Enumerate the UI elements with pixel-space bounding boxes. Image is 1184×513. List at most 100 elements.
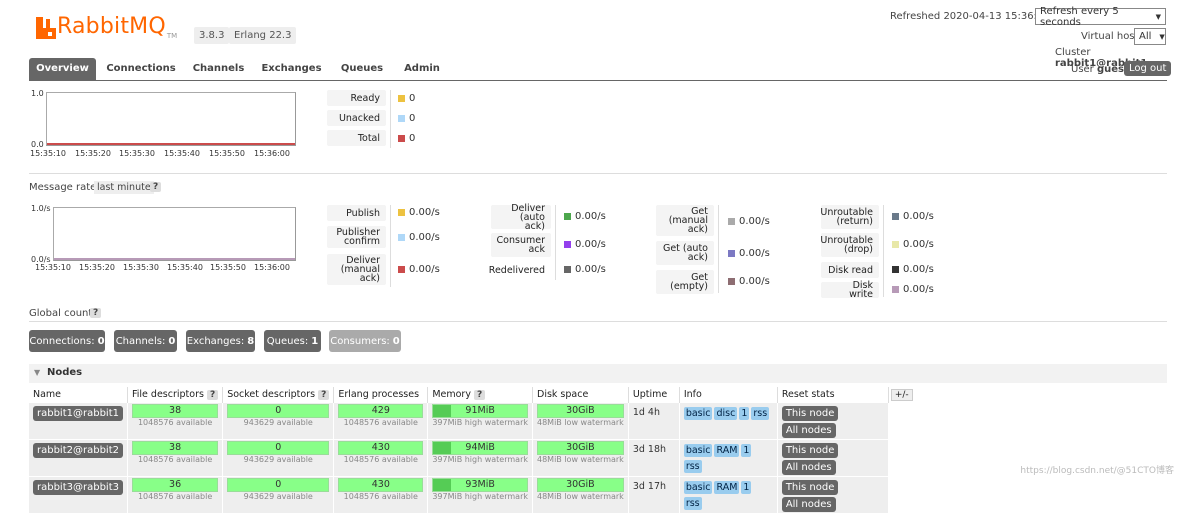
legend-total-value: 0: [409, 133, 416, 144]
legend-redelivered-label: Redelivered: [489, 262, 551, 278]
info-badge[interactable]: disc: [714, 406, 738, 420]
virtual-host-label: Virtual host: [1081, 31, 1139, 42]
info-badge[interactable]: 1: [741, 443, 752, 457]
reset-this-node-button[interactable]: This node: [781, 405, 839, 421]
col-erlang-processes: Erlang processes: [333, 387, 429, 402]
refresh-interval-select[interactable]: Refresh every 5 seconds ▼: [1035, 6, 1166, 28]
disk-watermark: 48MiB low watermark: [537, 454, 624, 464]
fd-cell: 38 1048576 available: [127, 438, 224, 476]
tab-queues[interactable]: Queues: [335, 58, 389, 81]
nodes-section-header[interactable]: ▼ Nodes: [29, 364, 1167, 383]
reset-this-node-button[interactable]: This node: [781, 479, 839, 495]
node-name-link[interactable]: rabbit2@rabbit2: [33, 442, 123, 458]
legend-ready-swatch: [398, 95, 405, 102]
message-rates-help-icon[interactable]: ?: [150, 182, 162, 192]
column-toggle-button[interactable]: +/-: [890, 388, 913, 401]
col-toggle: +/-: [888, 387, 917, 402]
col-uptime: Uptime: [628, 387, 680, 402]
info-cell: basic RAM 1 rss: [679, 438, 778, 476]
sd-bar: 0: [227, 477, 330, 492]
x-tick: 15:36:00: [254, 263, 290, 272]
reset-all-nodes-button[interactable]: All nodes: [781, 422, 836, 438]
uptime-value: 3d 18h: [632, 443, 667, 455]
node-name-link[interactable]: rabbit1@rabbit1: [33, 405, 123, 421]
legend-total-label: Total: [327, 130, 386, 146]
virtual-host-select[interactable]: All ▼: [1134, 28, 1166, 45]
rabbitmq-logo[interactable]: RabbitMQ TM: [36, 14, 177, 42]
legend-unroutable-drop-label: Unroutable (drop): [820, 233, 879, 257]
tab-channels[interactable]: Channels: [186, 58, 251, 81]
watermark: https://blog.csdn.net/@51CTO博客: [1020, 466, 1174, 476]
count-label: Channels:: [115, 335, 166, 347]
disk-watermark: 48MiB low watermark: [537, 417, 624, 427]
reset-all-nodes-button[interactable]: All nodes: [781, 496, 836, 512]
memory-bar: 94MiB: [432, 440, 528, 455]
memory-value: 94MiB: [465, 441, 495, 453]
info-badge[interactable]: 1: [741, 480, 752, 494]
message-rates-period[interactable]: last minute: [94, 181, 154, 194]
info-badge[interactable]: basic: [683, 406, 713, 420]
legend-disk-read-swatch: [892, 266, 899, 273]
spacer-cell: [888, 475, 918, 513]
legend-unroutable-return-label: Unroutable (return): [820, 205, 879, 229]
legend-get-empty-swatch: [728, 278, 735, 285]
col-label: File descriptors: [132, 388, 204, 400]
message-rates-chart: [53, 207, 296, 261]
ep-available: 1048576 available: [343, 417, 418, 427]
channels-count[interactable]: Channels: 0: [114, 330, 177, 352]
sd-cell: 0 943629 available: [222, 475, 335, 513]
x-tick: 15:35:50: [210, 263, 246, 272]
table-row: rabbit1@rabbit1 38 1048576 available 0 943…: [29, 401, 918, 439]
global-counts-help-icon[interactable]: ?: [90, 308, 102, 318]
connections-count[interactable]: Connections: 0: [29, 330, 105, 352]
info-badge[interactable]: basic: [683, 480, 713, 494]
tab-exchanges[interactable]: Exchanges: [259, 58, 324, 81]
uptime-cell: 3d 17h: [628, 475, 680, 513]
info-badge[interactable]: rss: [683, 459, 702, 473]
info-badge[interactable]: RAM: [714, 443, 740, 457]
count-label: Connections:: [29, 335, 95, 347]
info-badge[interactable]: rss: [683, 496, 702, 510]
tab-admin[interactable]: Admin: [397, 58, 447, 81]
tab-overview[interactable]: Overview: [29, 58, 96, 81]
divider: [29, 321, 1167, 322]
legend-redelivered-swatch: [564, 266, 571, 273]
info-badge[interactable]: RAM: [714, 480, 740, 494]
help-icon[interactable]: ?: [473, 389, 486, 400]
legend-publisher-confirm-label: Publisher confirm: [327, 226, 386, 248]
rabbitmq-logo-icon: [36, 17, 56, 39]
info-badge[interactable]: 1: [739, 406, 750, 420]
node-name-link[interactable]: rabbit3@rabbit3: [33, 479, 123, 495]
count-value: 0: [168, 335, 176, 347]
reset-all-nodes-button[interactable]: All nodes: [781, 459, 836, 475]
col-info: Info: [679, 387, 778, 402]
node-name-cell: rabbit2@rabbit2: [29, 438, 128, 476]
info-badge[interactable]: basic: [683, 443, 713, 457]
consumers-count[interactable]: Consumers: 0: [329, 330, 401, 352]
legend-publisher-confirm-value: 0.00/s: [409, 232, 440, 243]
info-badge[interactable]: rss: [751, 406, 770, 420]
sd-bar: 0: [227, 440, 330, 455]
logo-tm: TM: [166, 32, 178, 40]
legend-get-auto-value: 0.00/s: [739, 248, 770, 259]
disk-cell: 30GiB 48MiB low watermark: [532, 475, 629, 513]
memory-value: 91MiB: [465, 404, 495, 416]
exchanges-count[interactable]: Exchanges: 8: [186, 330, 255, 352]
sd-cell: 0 943629 available: [222, 401, 335, 439]
reset-this-node-button[interactable]: This node: [781, 442, 839, 458]
x-tick: 15:35:40: [164, 149, 200, 158]
help-icon[interactable]: ?: [318, 389, 330, 400]
col-memory: Memory ?: [427, 387, 533, 402]
message-rates-label: Message rates: [29, 182, 102, 193]
queued-legend-divider: [390, 90, 391, 148]
rates-line: [54, 258, 295, 260]
disk-bar: 30GiB: [537, 403, 624, 418]
queues-count[interactable]: Queues: 1: [264, 330, 321, 352]
tab-connections[interactable]: Connections: [103, 58, 179, 81]
help-icon[interactable]: ?: [206, 389, 219, 400]
disk-bar: 30GiB: [537, 477, 624, 492]
fd-cell: 36 1048576 available: [127, 475, 224, 513]
uptime-cell: 1d 4h: [628, 401, 680, 439]
collapse-triangle-icon: ▼: [34, 368, 41, 377]
legend-ready-label: Ready: [327, 90, 386, 106]
